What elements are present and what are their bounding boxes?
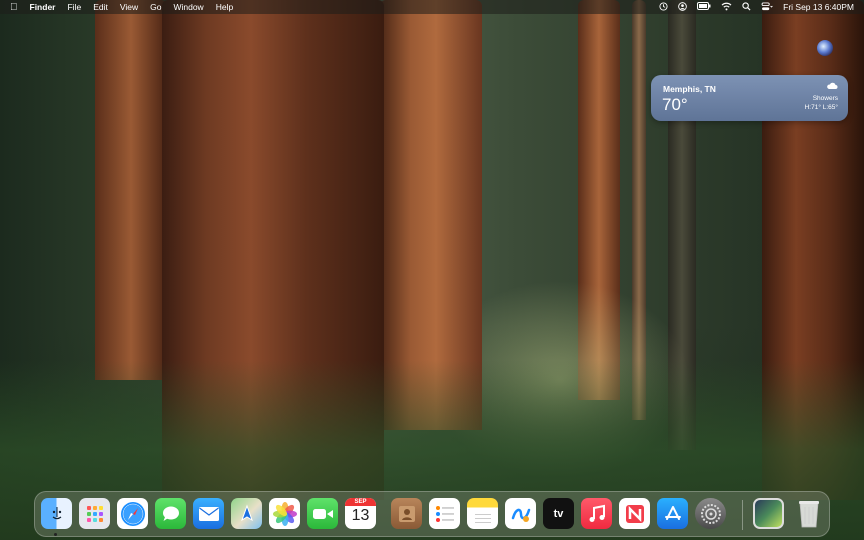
- cloud-rain-icon: [826, 82, 838, 94]
- control-center-icon[interactable]: [761, 1, 773, 13]
- menu-clock[interactable]: Fri Sep 13 6:40PM: [783, 2, 854, 12]
- app-store-icon[interactable]: [657, 498, 688, 529]
- menu-go[interactable]: Go: [150, 2, 161, 12]
- dock: SEP 13 tv: [34, 491, 830, 537]
- contacts-icon[interactable]: [391, 498, 422, 529]
- time-machine-icon[interactable]: [659, 1, 668, 13]
- menu-bar:  Finder File Edit View Go Window Help F…: [0, 0, 864, 14]
- menu-view[interactable]: View: [120, 2, 138, 12]
- siri-icon[interactable]: [817, 40, 833, 56]
- menu-help[interactable]: Help: [216, 2, 233, 12]
- launchpad-icon[interactable]: [79, 498, 110, 529]
- trash-icon[interactable]: [793, 498, 824, 529]
- photos-icon[interactable]: [269, 498, 300, 529]
- reminders-icon[interactable]: [429, 498, 460, 529]
- facetime-icon[interactable]: [307, 498, 338, 529]
- weather-temperature: 70°: [662, 95, 688, 114]
- menu-file[interactable]: File: [67, 2, 81, 12]
- weather-city: Memphis, TN: [663, 84, 716, 94]
- weather-widget[interactable]: Memphis, TN 70° Showers H:71° L:65°: [651, 75, 848, 121]
- safari-icon[interactable]: [117, 498, 148, 529]
- notes-icon[interactable]: [467, 498, 498, 529]
- weather-high-low: H:71° L:65°: [804, 104, 838, 111]
- user-icon[interactable]: [678, 1, 687, 13]
- downloads-stack-icon[interactable]: [753, 498, 784, 529]
- finder-icon[interactable]: [41, 498, 72, 529]
- dock-separator: [742, 500, 743, 530]
- maps-icon[interactable]: [231, 498, 262, 529]
- menu-app-name[interactable]: Finder: [30, 2, 56, 12]
- system-settings-icon[interactable]: [695, 498, 726, 529]
- wifi-icon[interactable]: [721, 2, 732, 13]
- tv-label: tv: [553, 507, 564, 520]
- tree-trunk: [95, 0, 167, 380]
- running-indicator: [54, 533, 57, 536]
- weather-condition: Showers: [812, 95, 838, 102]
- calendar-icon[interactable]: SEP 13: [345, 498, 376, 529]
- battery-icon[interactable]: [697, 2, 711, 12]
- messages-icon[interactable]: [155, 498, 186, 529]
- search-icon[interactable]: [742, 1, 751, 13]
- menu-window[interactable]: Window: [173, 2, 203, 12]
- freeform-icon[interactable]: [505, 498, 536, 529]
- menu-edit[interactable]: Edit: [93, 2, 108, 12]
- tv-icon[interactable]: tv: [543, 498, 574, 529]
- calendar-month: SEP: [345, 498, 376, 506]
- mail-icon[interactable]: [193, 498, 224, 529]
- music-icon[interactable]: [581, 498, 612, 529]
- news-icon[interactable]: [619, 498, 650, 529]
- apple-icon[interactable]: : [10, 2, 18, 13]
- calendar-day: 13: [351, 507, 370, 524]
